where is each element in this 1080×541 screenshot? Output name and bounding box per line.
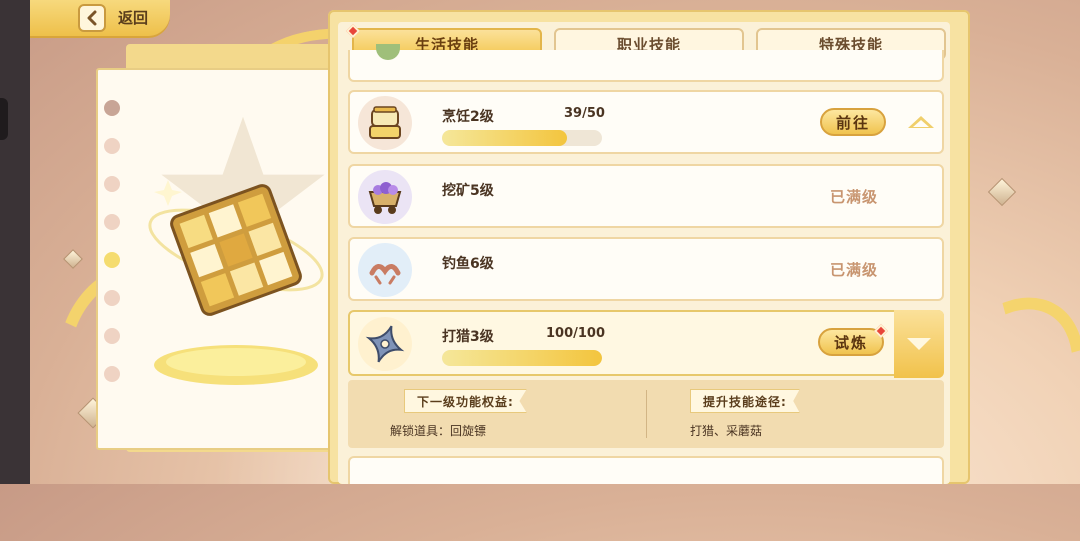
collapse-arrow-icon[interactable]: [908, 116, 934, 128]
back-button[interactable]: [78, 4, 106, 32]
skill-card-mining[interactable]: 挖矿5级 已满级: [348, 164, 944, 228]
binder-holes: [104, 100, 124, 404]
max-level-status: 已满级: [829, 261, 878, 279]
back-label[interactable]: 返回: [118, 7, 148, 28]
partial-icon: [376, 44, 400, 60]
expand-toggle[interactable]: [894, 310, 944, 378]
upgrade-path-title: 提升技能途径:: [690, 389, 800, 413]
skill-card-fishing[interactable]: 钓鱼6级 已满级: [348, 237, 944, 301]
trial-button[interactable]: 试炼: [818, 328, 884, 356]
upgrade-path-text: 打猎、采蘑菇: [690, 424, 763, 438]
cooking-pot-icon: [358, 96, 412, 150]
shuriken-icon: [358, 317, 412, 371]
skill-card-cooking[interactable]: 烹饪2级 39/50 前往: [348, 90, 944, 154]
chevron-left-icon: [87, 10, 97, 26]
max-level-status: 已满级: [829, 188, 878, 206]
skill-progress-text: 100/100: [546, 326, 606, 341]
skill-progress-text: 39/50: [564, 106, 605, 121]
item-preview-panel: [96, 68, 356, 450]
skill-name: 挖矿5级: [442, 183, 494, 199]
skill-name: 钓鱼6级: [442, 256, 494, 272]
go-button[interactable]: 前往: [820, 108, 886, 136]
mine-cart-icon: [358, 170, 412, 224]
skill-name: 烹饪2级: [442, 109, 494, 125]
skill-progress-bar: [442, 350, 602, 366]
screen-edge: [0, 0, 30, 484]
skill-card-partial[interactable]: [348, 44, 944, 82]
item-display: [138, 110, 334, 390]
divider: [646, 390, 647, 438]
skill-card-partial[interactable]: [348, 456, 944, 484]
skill-progress-bar: [442, 130, 602, 146]
skill-card-hunting[interactable]: 打猎3级 100/100 试炼: [348, 310, 944, 378]
skill-name: 打猎3级: [442, 329, 494, 345]
golden-cube-icon: [148, 180, 324, 385]
benefit-title: 下一级功能权益:: [404, 389, 527, 413]
benefit-text: 解锁道具：回旋镖: [390, 424, 487, 438]
skill-detail-panel: 下一级功能权益: 解锁道具：回旋镖 提升技能途径: 打猎、采蘑菇: [348, 380, 944, 448]
chevron-down-icon: [907, 338, 931, 350]
fishing-lure-icon: [358, 243, 412, 297]
